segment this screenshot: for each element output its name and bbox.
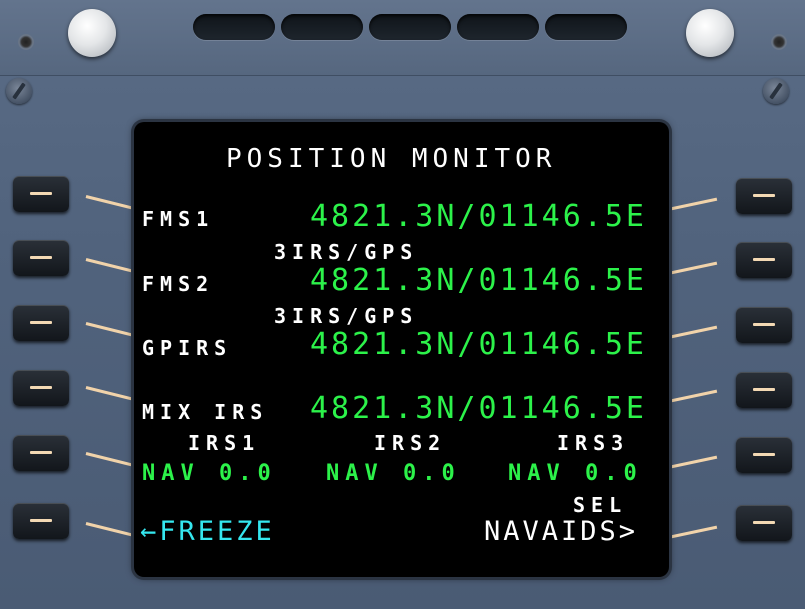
lsk-4r[interactable]	[736, 372, 792, 408]
annunciator-5	[545, 14, 627, 40]
lsk-lead-line	[85, 322, 135, 338]
lsk-lead-line	[85, 386, 135, 402]
lsk-lead-line	[85, 195, 135, 211]
mount-hole-icon	[771, 34, 787, 50]
fms1-label: FMS1	[142, 207, 215, 231]
screw-icon	[6, 78, 32, 104]
irs1-status: NAV 0.0	[142, 461, 277, 486]
navaids-prompt[interactable]: NAVAIDS>	[484, 518, 638, 545]
fms2-position: 4821.3N/01146.5E	[310, 263, 647, 298]
lsk-4l[interactable]	[13, 370, 69, 406]
annunciator-2	[281, 14, 363, 40]
fms1-position: 4821.3N/01146.5E	[310, 199, 647, 234]
irs2-label: IRS2	[374, 431, 447, 455]
lsk-lead-line	[667, 261, 718, 275]
irs2-status: NAV 0.0	[326, 461, 461, 486]
lsk-lead-line	[667, 325, 718, 339]
lsk-6r[interactable]	[736, 505, 792, 541]
lsk-lead-line	[85, 522, 135, 538]
lsk-lead-line	[667, 455, 718, 469]
mount-hole-icon	[18, 34, 34, 50]
fms1-source: 3IRS/GPS	[274, 240, 419, 264]
lsk-lead-line	[667, 197, 718, 211]
lsk-lead-line	[667, 389, 718, 403]
lsk-3r[interactable]	[736, 307, 792, 343]
annunciator-3	[369, 14, 451, 40]
screw-icon	[763, 78, 789, 104]
lsk-1r[interactable]	[736, 178, 792, 214]
lsk-lead-line	[85, 258, 135, 274]
lsk-5r[interactable]	[736, 437, 792, 473]
brightness-knob-left[interactable]	[68, 9, 116, 57]
mixirs-label: MIX IRS	[142, 400, 269, 424]
fms2-source: 3IRS/GPS	[274, 304, 419, 328]
sel-label: SEL	[573, 493, 628, 517]
gpirs-position: 4821.3N/01146.5E	[310, 327, 647, 362]
brightness-knob-right[interactable]	[686, 9, 734, 57]
fms2-label: FMS2	[142, 272, 215, 296]
lsk-lead-line	[85, 452, 135, 468]
lsk-1l[interactable]	[13, 176, 69, 212]
gpirs-label: GPIRS	[142, 336, 233, 360]
mcdu-display: POSITION MONITOR FMS1 4821.3N/01146.5E 3…	[134, 122, 669, 577]
annunciator-4	[457, 14, 539, 40]
irs1-label: IRS1	[188, 431, 261, 455]
annunciator-1	[193, 14, 275, 40]
lsk-lead-line	[667, 525, 718, 539]
page-title: POSITION MONITOR	[226, 144, 557, 174]
lsk-5l[interactable]	[13, 435, 69, 471]
irs3-status: NAV 0.0	[508, 461, 643, 486]
lsk-2r[interactable]	[736, 242, 792, 278]
mixirs-position: 4821.3N/01146.5E	[310, 391, 647, 426]
lsk-3l[interactable]	[13, 305, 69, 341]
irs3-label: IRS3	[557, 431, 630, 455]
lsk-2l[interactable]	[13, 240, 69, 276]
freeze-prompt[interactable]: ←FREEZE	[140, 518, 275, 545]
lsk-6l[interactable]	[13, 503, 69, 539]
